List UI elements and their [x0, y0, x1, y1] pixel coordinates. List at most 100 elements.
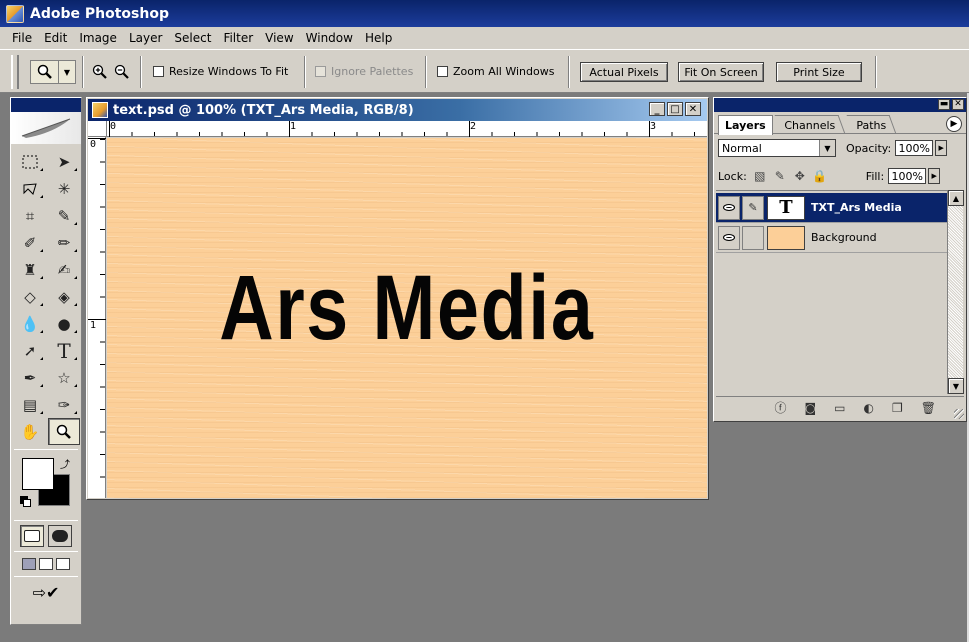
folder-icon[interactable]: ▭ — [834, 401, 845, 415]
options-bar-grip[interactable] — [11, 55, 19, 89]
tool-preset-picker[interactable]: ▼ — [30, 60, 76, 84]
scroll-up-icon[interactable]: ▲ — [948, 190, 964, 206]
layer-name[interactable]: Background — [811, 231, 877, 244]
text-layer-thumbnail[interactable]: T — [767, 195, 805, 220]
magic-wand-icon[interactable]: ✳ — [48, 175, 80, 202]
default-colors-icon[interactable] — [20, 496, 31, 507]
menu-file[interactable]: File — [6, 31, 38, 45]
eraser-tool-icon[interactable]: ◇ — [14, 283, 46, 310]
feather-logo[interactable] — [11, 112, 81, 144]
layer-name[interactable]: TXT_Ars Media — [811, 201, 902, 214]
crop-tool-icon[interactable]: ⌗ — [14, 202, 46, 229]
notes-tool-icon[interactable]: ▤ — [14, 391, 46, 418]
tab-channels[interactable]: Channels — [774, 115, 846, 134]
horizontal-ruler[interactable]: 0 1 2 3 — [107, 121, 707, 137]
swap-colors-icon[interactable]: ⤴ — [60, 456, 70, 471]
checkbox-box[interactable] — [153, 66, 164, 77]
eye-icon[interactable] — [718, 225, 740, 250]
checkbox-box[interactable] — [437, 66, 448, 77]
trash-icon[interactable]: 🗑 — [921, 401, 936, 415]
eye-icon[interactable] — [718, 195, 740, 220]
palette-close-button[interactable]: ✕ — [952, 99, 964, 110]
eyedropper-icon[interactable]: ✑ — [48, 391, 80, 418]
print-size-button[interactable]: Print Size — [776, 62, 862, 82]
palette-title-bar[interactable]: ▬ ✕ — [714, 98, 966, 112]
brush-icon[interactable]: ✎ — [742, 195, 764, 220]
imageready-icon[interactable]: ⇨✔ — [24, 581, 68, 603]
chevron-down-icon[interactable]: ▼ — [819, 140, 835, 156]
menu-select[interactable]: Select — [168, 31, 217, 45]
opacity-input[interactable]: 100% — [895, 140, 934, 156]
layer-style-icon[interactable]: ⓕ — [775, 399, 787, 416]
link-icon[interactable] — [742, 225, 764, 250]
hand-tool-icon[interactable]: ✋ — [14, 418, 46, 445]
menu-window[interactable]: Window — [300, 31, 359, 45]
image-canvas[interactable]: Ars Media — [107, 138, 707, 498]
path-selection-icon[interactable]: ➚ — [14, 337, 46, 364]
maximize-button[interactable]: □ — [667, 102, 683, 116]
palette-menu-icon[interactable]: ▶ — [946, 116, 962, 132]
brush-tool-icon[interactable]: ✏ — [48, 229, 80, 256]
fill-slider-arrow[interactable]: ▶ — [928, 168, 941, 184]
zoom-all-windows-checkbox[interactable]: Zoom All Windows — [437, 65, 554, 78]
lock-transparency-icon[interactable]: ▧ — [753, 169, 767, 183]
blur-tool-icon[interactable]: 💧 — [14, 310, 46, 337]
layer-row[interactable]: Background — [716, 223, 947, 253]
menu-view[interactable]: View — [259, 31, 299, 45]
foreground-color-swatch[interactable] — [22, 458, 54, 490]
dodge-tool-icon[interactable]: ● — [48, 310, 80, 337]
paint-bucket-icon[interactable]: ◈ — [48, 283, 80, 310]
new-layer-icon[interactable]: ❐ — [892, 401, 903, 415]
menu-filter[interactable]: Filter — [217, 31, 259, 45]
move-tool-icon[interactable]: ➤ — [48, 148, 80, 175]
zoom-tool-icon[interactable] — [48, 418, 80, 445]
close-button[interactable]: ✕ — [685, 102, 701, 116]
vertical-ruler[interactable]: 0 1 — [88, 137, 106, 498]
zoom-out-icon[interactable] — [112, 62, 132, 82]
mask-icon[interactable]: ◙ — [805, 401, 817, 415]
actual-pixels-button[interactable]: Actual Pixels — [580, 62, 668, 82]
standard-screen-mode-icon[interactable] — [22, 558, 36, 570]
zoom-in-icon[interactable] — [90, 62, 110, 82]
layer-row[interactable]: ✎ T TXT_Ars Media — [716, 193, 947, 223]
canvas-text-layer[interactable]: Ars Media — [219, 256, 594, 361]
lock-position-icon[interactable]: ✥ — [793, 169, 807, 183]
resize-windows-checkbox[interactable]: Resize Windows To Fit — [153, 65, 288, 78]
lasso-tool-icon[interactable] — [14, 175, 46, 202]
background-layer-thumbnail[interactable] — [767, 225, 805, 250]
menu-image[interactable]: Image — [73, 31, 123, 45]
clone-stamp-icon[interactable]: ♜ — [14, 256, 46, 283]
slice-tool-icon[interactable]: ✎ — [48, 202, 80, 229]
menu-edit[interactable]: Edit — [38, 31, 73, 45]
palette-minimize-button[interactable]: ▬ — [938, 99, 950, 110]
opacity-slider-arrow[interactable]: ▶ — [935, 140, 948, 156]
full-screen-mode-icon[interactable] — [56, 558, 70, 570]
tab-layers[interactable]: Layers — [718, 115, 773, 135]
lock-all-icon[interactable]: 🔒 — [812, 169, 827, 183]
document-title-bar[interactable]: text.psd @ 100% (TXT_Ars Media, RGB/8) _… — [88, 99, 707, 121]
lock-image-icon[interactable]: ✎ — [773, 169, 787, 183]
minimize-button[interactable]: _ — [649, 102, 665, 116]
healing-brush-icon[interactable]: ✐ — [14, 229, 46, 256]
chevron-down-icon[interactable]: ▼ — [59, 61, 75, 83]
scroll-down-icon[interactable]: ▼ — [948, 378, 964, 394]
blend-mode-select[interactable]: Normal ▼ — [718, 139, 836, 157]
pen-tool-icon[interactable]: ✒ — [14, 364, 46, 391]
resize-grip[interactable] — [954, 409, 964, 419]
toolbox-title-bar[interactable] — [11, 98, 81, 112]
type-tool-icon[interactable]: T — [48, 337, 80, 364]
menu-help[interactable]: Help — [359, 31, 398, 45]
layers-scrollbar[interactable]: ▲ ▼ — [947, 190, 964, 394]
custom-shape-icon[interactable]: ☆ — [48, 364, 80, 391]
fill-input[interactable]: 100% — [888, 168, 927, 184]
standard-mode-button[interactable] — [20, 525, 44, 547]
tab-paths[interactable]: Paths — [846, 115, 897, 134]
marquee-tool-icon[interactable] — [14, 148, 46, 175]
fit-on-screen-button[interactable]: Fit On Screen — [678, 62, 764, 82]
adjustment-icon[interactable]: ◐ — [864, 401, 874, 415]
quick-mask-mode-button[interactable] — [48, 525, 72, 547]
menu-layer[interactable]: Layer — [123, 31, 168, 45]
full-screen-menu-mode-icon[interactable] — [39, 558, 53, 570]
history-brush-icon[interactable]: ✍ — [48, 256, 80, 283]
ruler-origin[interactable] — [88, 121, 107, 137]
